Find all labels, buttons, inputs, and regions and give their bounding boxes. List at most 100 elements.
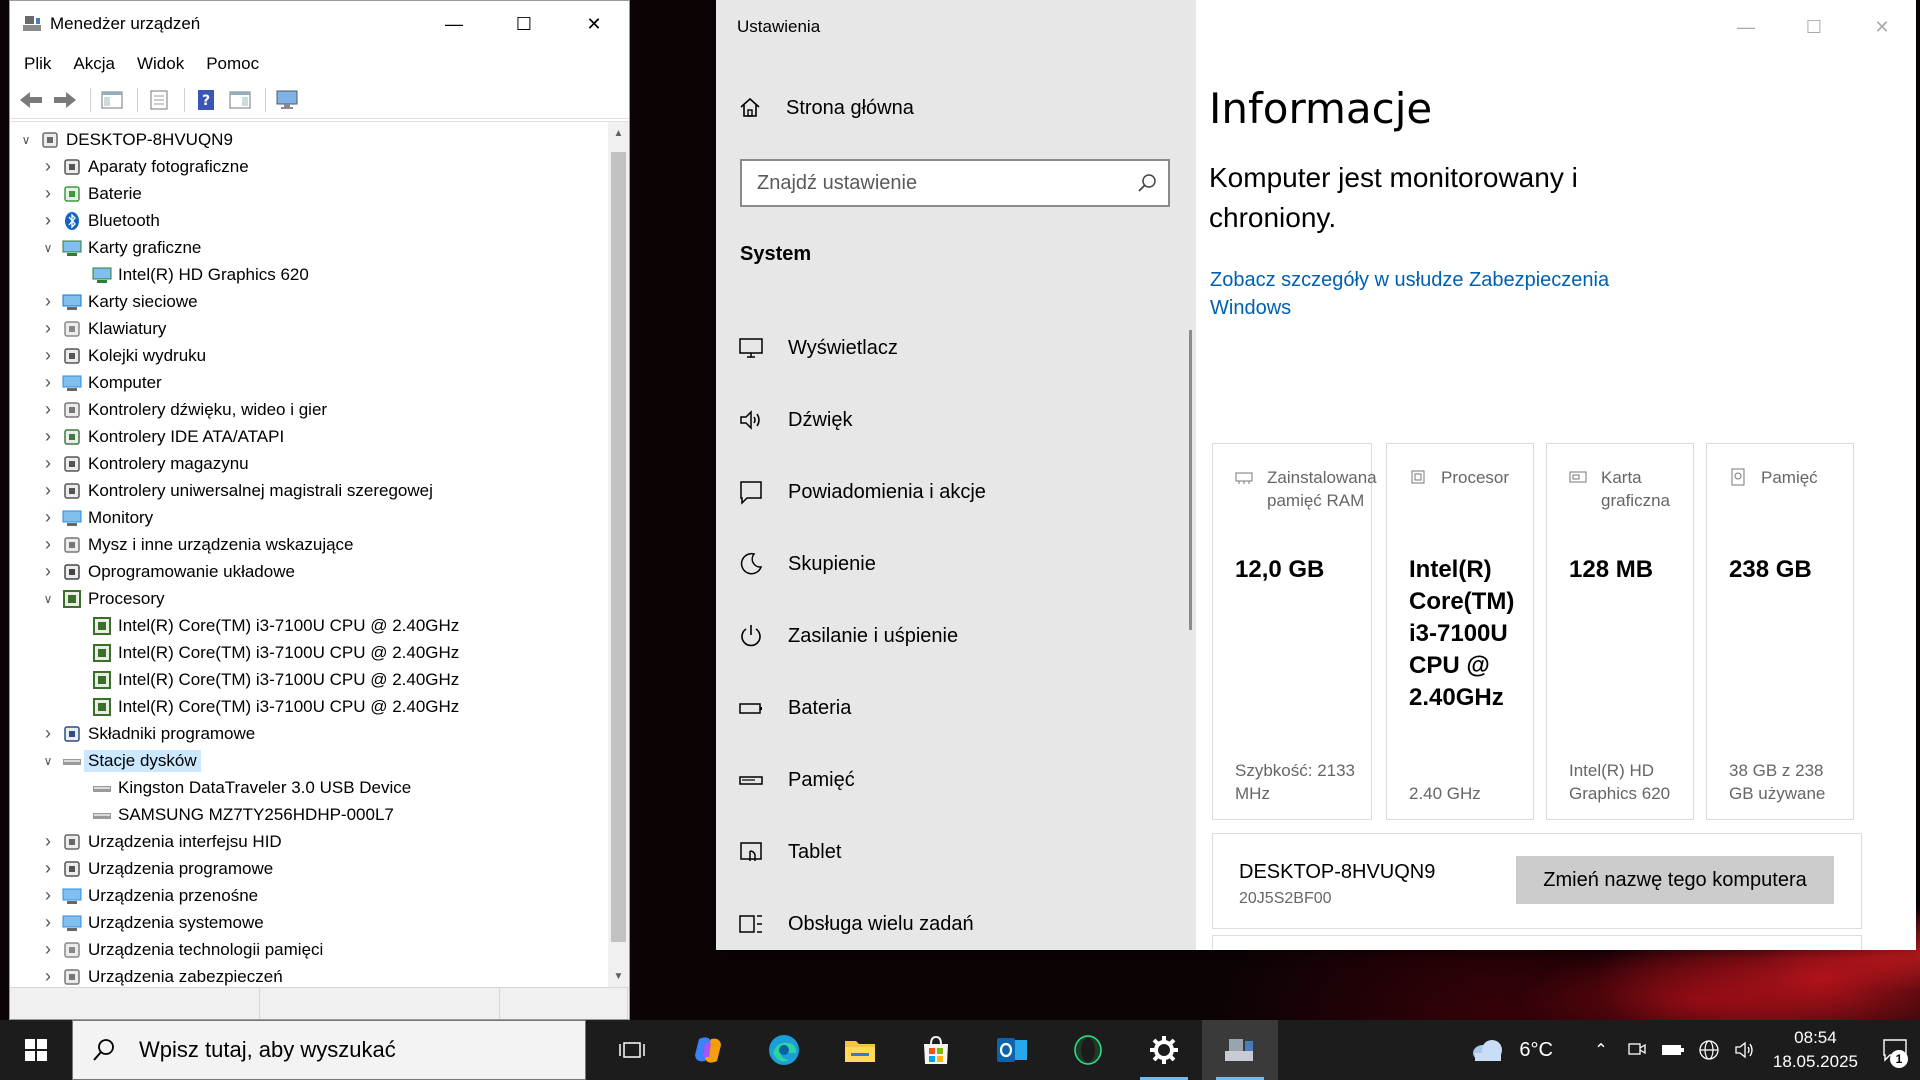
scrollbar-thumb[interactable] <box>611 152 626 942</box>
task-view-button[interactable] <box>594 1020 670 1080</box>
tree-node[interactable]: Kingston DataTraveler 3.0 USB Device <box>10 774 608 801</box>
chevron-right-icon[interactable]: › <box>40 939 56 959</box>
tree-node[interactable]: ∨ Procesory <box>10 585 608 612</box>
chevron-right-icon[interactable]: › <box>40 291 56 311</box>
nav-item-tablet[interactable]: Tablet <box>738 816 986 888</box>
nav-scrollbar[interactable] <box>1189 330 1192 630</box>
chevron-down-icon[interactable]: ∨ <box>40 753 56 769</box>
tree-node[interactable]: › Kolejki wydruku <box>10 342 608 369</box>
battery-tray-button[interactable] <box>1655 1020 1691 1080</box>
close-button[interactable]: ✕ <box>559 1 629 47</box>
opera-gx-button[interactable] <box>1050 1020 1126 1080</box>
tree-node[interactable]: › Składniki programowe <box>10 720 608 747</box>
tree-node[interactable]: ∨ DESKTOP-8HVUQN9 <box>10 126 608 153</box>
menu-akcja[interactable]: Akcja <box>73 54 115 74</box>
chevron-right-icon[interactable]: › <box>40 210 56 230</box>
menu-widok[interactable]: Widok <box>137 54 184 74</box>
chevron-down-icon[interactable]: ∨ <box>18 132 34 148</box>
nav-item-display[interactable]: Wyświetlacz <box>738 312 986 384</box>
outlook-button[interactable] <box>974 1020 1050 1080</box>
nav-item-sound[interactable]: Dźwięk <box>738 384 986 456</box>
scroll-up-arrow-icon[interactable]: ▲ <box>608 122 629 144</box>
settings-close-button[interactable]: ✕ <box>1848 0 1916 54</box>
show-hide-console-tree-button[interactable] <box>97 86 127 114</box>
nav-item-multitasking[interactable]: Obsługa wielu zadań <box>738 888 986 960</box>
chevron-right-icon[interactable]: › <box>40 858 56 878</box>
minimize-button[interactable]: — <box>419 1 489 47</box>
tree-node[interactable]: › Kontrolery uniwersalnej magistrali szer… <box>10 477 608 504</box>
chevron-down-icon[interactable]: ∨ <box>40 591 56 607</box>
tree-scrollbar[interactable]: ▲ ▼ <box>608 122 629 987</box>
tree-node[interactable]: › Urządzenia systemowe <box>10 909 608 936</box>
device-tree[interactable]: ∨ DESKTOP-8HVUQN9 › Aparaty fotograficzne › B… <box>10 122 608 987</box>
file-explorer-button[interactable] <box>822 1020 898 1080</box>
tree-node[interactable]: Intel(R) Core(TM) i3-7100U CPU @ 2.40GHz <box>10 612 608 639</box>
tree-node[interactable]: › Urządzenia programowe <box>10 855 608 882</box>
network-tray-button[interactable] <box>1691 1020 1727 1080</box>
nav-home[interactable]: Strona główna <box>738 96 914 120</box>
tree-node[interactable]: Intel(R) Core(TM) i3-7100U CPU @ 2.40GHz <box>10 693 608 720</box>
settings-taskbar-button[interactable] <box>1126 1020 1202 1080</box>
scan-hardware-button[interactable] <box>272 86 302 114</box>
chevron-right-icon[interactable]: › <box>40 453 56 473</box>
copilot-button[interactable] <box>670 1020 746 1080</box>
scroll-down-arrow-icon[interactable]: ▼ <box>608 965 629 987</box>
microsoft-store-button[interactable] <box>898 1020 974 1080</box>
security-details-link[interactable]: Zobacz szczegóły w usłudze Zabezpieczeni… <box>1210 266 1670 322</box>
chevron-right-icon[interactable]: › <box>40 534 56 554</box>
tree-node[interactable]: › Urządzenia zabezpieczeń <box>10 963 608 987</box>
settings-maximize-button[interactable]: ☐ <box>1780 0 1848 54</box>
device-manager-taskbar-button[interactable] <box>1202 1020 1278 1080</box>
chevron-right-icon[interactable]: › <box>40 885 56 905</box>
forward-button[interactable] <box>50 86 80 114</box>
tree-node[interactable]: › Karty sieciowe <box>10 288 608 315</box>
tree-node[interactable]: › Oprogramowanie układowe <box>10 558 608 585</box>
chevron-right-icon[interactable]: › <box>40 156 56 176</box>
tree-node[interactable]: ∨ Stacje dysków <box>10 747 608 774</box>
chevron-right-icon[interactable]: › <box>40 723 56 743</box>
chevron-right-icon[interactable]: › <box>40 966 56 986</box>
action-pane-button[interactable] <box>225 86 255 114</box>
weather-widget[interactable]: 6°C <box>1469 1037 1553 1063</box>
help-button[interactable]: ? <box>191 86 221 114</box>
tree-node[interactable]: Intel(R) Core(TM) i3-7100U CPU @ 2.40GHz <box>10 666 608 693</box>
chevron-right-icon[interactable]: › <box>40 561 56 581</box>
tree-node[interactable]: › Kontrolery IDE ATA/ATAPI <box>10 423 608 450</box>
meet-now-button[interactable] <box>1619 1020 1655 1080</box>
tree-node[interactable]: › Komputer <box>10 369 608 396</box>
properties-button[interactable] <box>144 86 174 114</box>
show-hidden-icons-button[interactable]: ⌃ <box>1583 1020 1619 1080</box>
back-button[interactable] <box>16 86 46 114</box>
tree-node[interactable]: › Monitory <box>10 504 608 531</box>
start-button[interactable] <box>0 1020 72 1080</box>
chevron-right-icon[interactable]: › <box>40 318 56 338</box>
chevron-right-icon[interactable]: › <box>40 399 56 419</box>
taskbar-clock[interactable]: 08:54 18.05.2025 <box>1773 1026 1858 1074</box>
nav-item-storage[interactable]: Pamięć <box>738 744 986 816</box>
rename-pc-button[interactable]: Zmień nazwę tego komputera <box>1516 856 1834 904</box>
chevron-right-icon[interactable]: › <box>40 507 56 527</box>
tree-node[interactable]: › Bluetooth <box>10 207 608 234</box>
tree-node[interactable]: › Urządzenia interfejsu HID <box>10 828 608 855</box>
chevron-right-icon[interactable]: › <box>40 912 56 932</box>
chevron-down-icon[interactable]: ∨ <box>40 240 56 256</box>
action-center-button[interactable]: 1 <box>1870 1020 1920 1080</box>
search-icon[interactable] <box>1136 172 1158 194</box>
tree-node[interactable]: › Urządzenia przenośne <box>10 882 608 909</box>
chevron-right-icon[interactable]: › <box>40 831 56 851</box>
tree-node[interactable]: › Mysz i inne urządzenia wskazujące <box>10 531 608 558</box>
tree-node[interactable]: › Baterie <box>10 180 608 207</box>
tree-node[interactable]: › Kontrolery magazynu <box>10 450 608 477</box>
maximize-button[interactable]: ☐ <box>489 1 559 47</box>
tree-node[interactable]: Intel(R) HD Graphics 620 <box>10 261 608 288</box>
tree-node[interactable]: Intel(R) Core(TM) i3-7100U CPU @ 2.40GHz <box>10 639 608 666</box>
chevron-right-icon[interactable]: › <box>40 426 56 446</box>
device-manager-titlebar[interactable]: Menedżer urządzeń — ☐ ✕ <box>10 1 629 47</box>
nav-item-notifications[interactable]: Powiadomienia i akcje <box>738 456 986 528</box>
menu-pomoc[interactable]: Pomoc <box>206 54 259 74</box>
tree-node[interactable]: SAMSUNG MZ7TY256HDHP-000L7 <box>10 801 608 828</box>
edge-button[interactable] <box>746 1020 822 1080</box>
chevron-right-icon[interactable]: › <box>40 480 56 500</box>
volume-tray-button[interactable] <box>1727 1020 1763 1080</box>
tree-node[interactable]: › Aparaty fotograficzne <box>10 153 608 180</box>
